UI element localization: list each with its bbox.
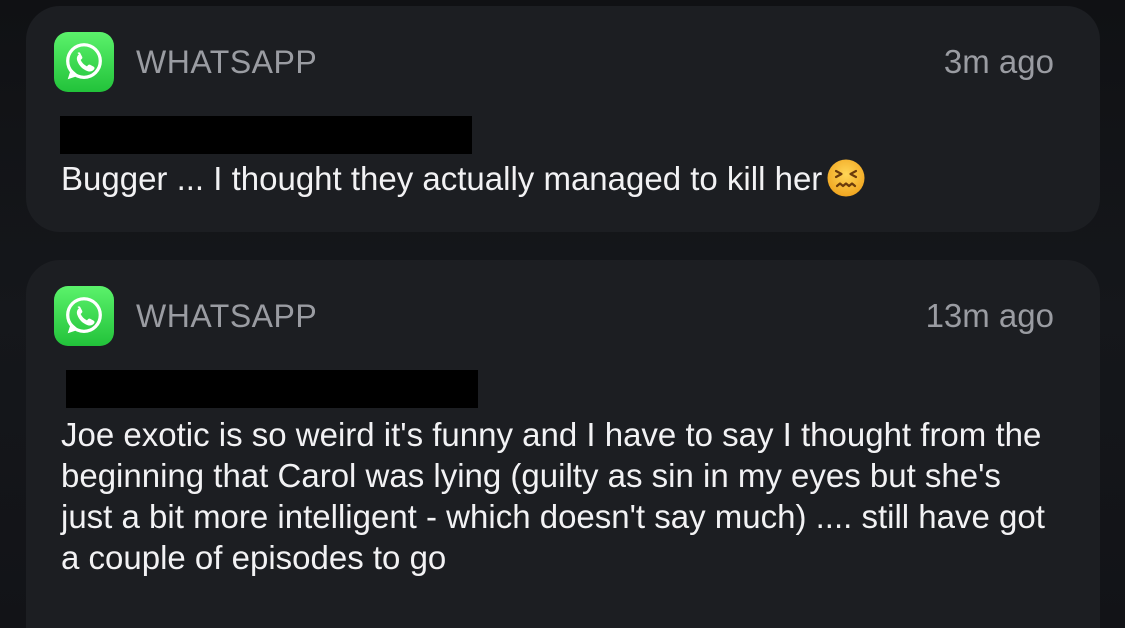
app-name-label: WHATSAPP: [136, 298, 318, 334]
message-text: Bugger ... I thought they actually manag…: [61, 160, 823, 197]
redacted-sender-bar: [66, 370, 478, 408]
notification-timestamp: 13m ago: [925, 297, 1054, 334]
notification-card-whatsapp-2[interactable]: WHATSAPP 13m ago Joe exotic is so weird …: [26, 260, 1100, 628]
whatsapp-icon: [54, 32, 114, 92]
app-name-label: WHATSAPP: [136, 44, 318, 80]
confounded-face-emoji: [827, 159, 865, 197]
notification-timestamp: 3m ago: [943, 43, 1054, 80]
notification-message: Bugger ... I thought they actually manag…: [61, 158, 1060, 199]
redacted-sender-bar: [60, 116, 472, 154]
whatsapp-icon: [54, 286, 114, 346]
message-text: Joe exotic is so weird it's funny and I …: [61, 416, 1045, 576]
notification-card-whatsapp-1[interactable]: WHATSAPP 3m ago Bugger ... I thought the…: [26, 6, 1100, 232]
notification-message: Joe exotic is so weird it's funny and I …: [61, 414, 1060, 578]
